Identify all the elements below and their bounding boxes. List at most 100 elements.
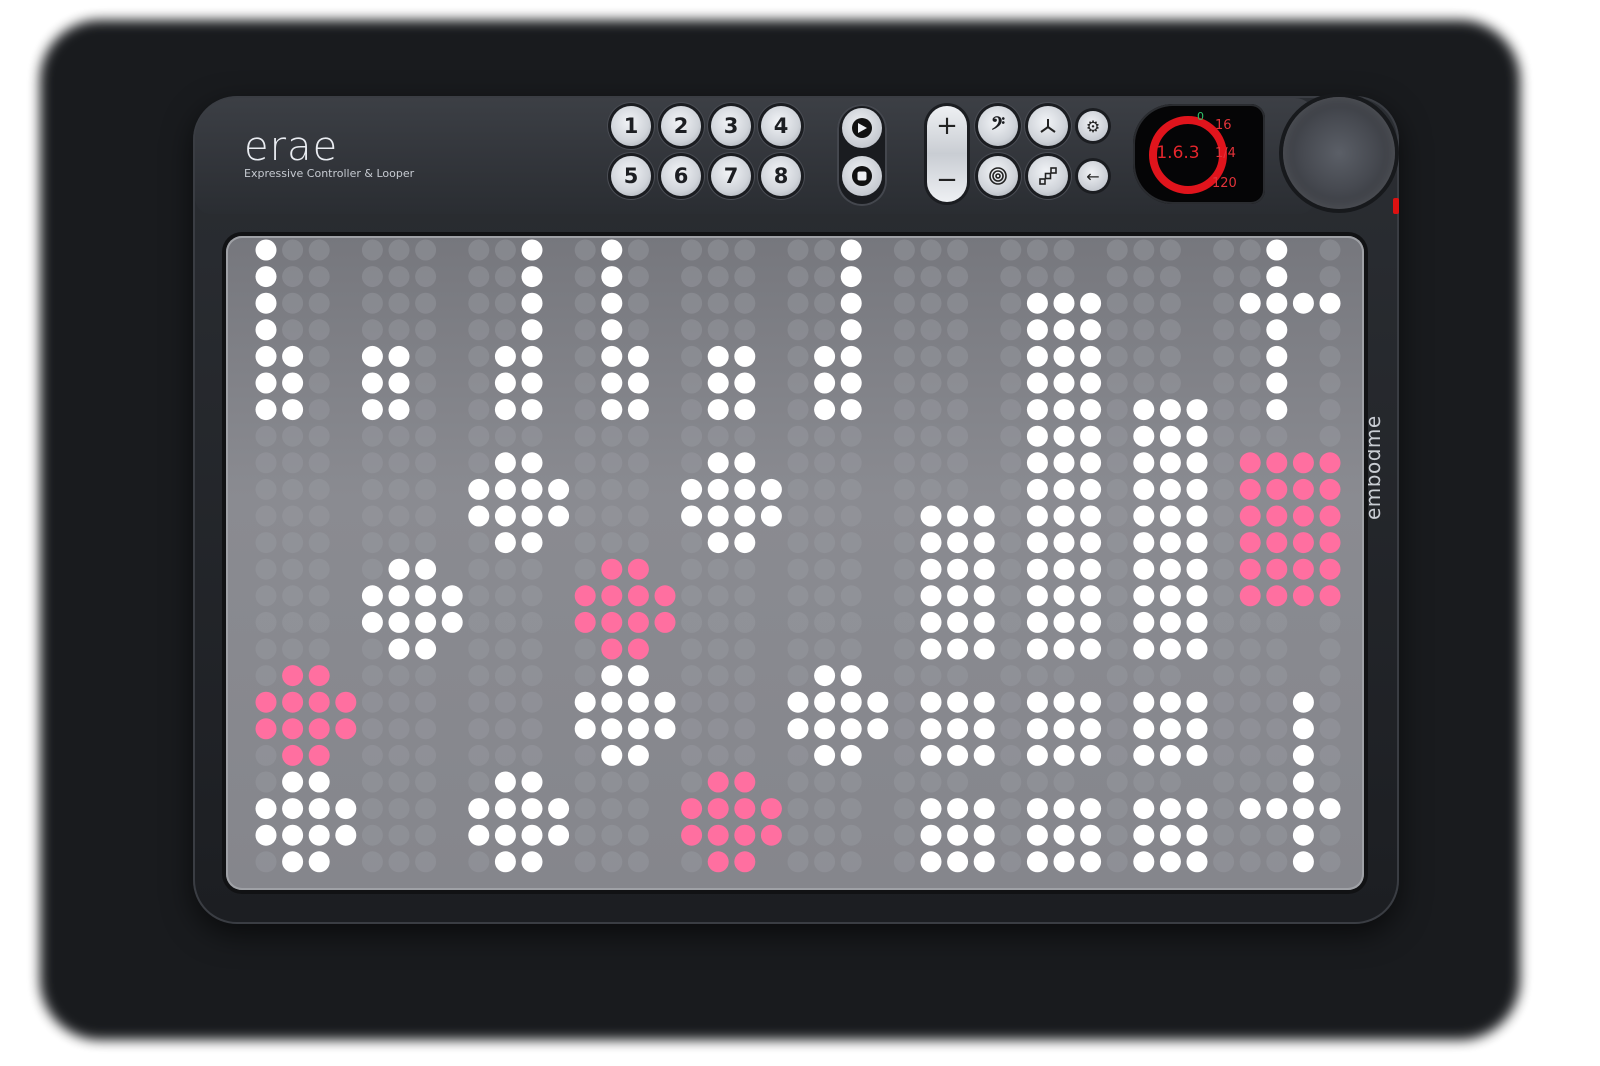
- led-on: [920, 798, 942, 820]
- tripod-button[interactable]: [1028, 106, 1068, 146]
- led-dim: [734, 744, 756, 766]
- led-dim: [1133, 372, 1155, 394]
- led-dim: [1000, 399, 1022, 421]
- led-dim: [1159, 665, 1181, 687]
- led-dim: [1000, 292, 1022, 314]
- led-dim: [255, 425, 277, 447]
- led-dim: [814, 558, 836, 580]
- led-dim: [1159, 345, 1181, 367]
- led-on: [255, 292, 277, 314]
- number-button-6[interactable]: 6: [661, 156, 701, 196]
- arrow-left-icon: ←: [1086, 166, 1100, 186]
- led-dim: [1239, 345, 1261, 367]
- number-button-2[interactable]: 2: [661, 106, 701, 146]
- led-dim: [415, 665, 437, 687]
- spiral-button[interactable]: [978, 156, 1018, 196]
- number-button-7[interactable]: 7: [711, 156, 751, 196]
- led-dim: [627, 824, 649, 846]
- led-pink: [734, 771, 756, 793]
- led-on: [601, 665, 623, 687]
- led-dim: [1266, 611, 1288, 633]
- number-button-3[interactable]: 3: [711, 106, 751, 146]
- led-on: [973, 691, 995, 713]
- led-on: [1026, 718, 1048, 740]
- led-on: [1159, 798, 1181, 820]
- led-on: [1053, 505, 1075, 527]
- led-dim: [468, 425, 490, 447]
- led-dim: [1266, 824, 1288, 846]
- led-dim: [893, 611, 915, 633]
- minus-button[interactable]: −: [927, 160, 967, 200]
- led-dim: [388, 478, 410, 500]
- led-on: [282, 798, 304, 820]
- led-dim: [920, 266, 942, 288]
- led-on: [521, 266, 543, 288]
- led-dim: [787, 824, 809, 846]
- led-dim: [388, 532, 410, 554]
- led-dim: [893, 372, 915, 394]
- led-dim: [361, 798, 383, 820]
- play-button[interactable]: [842, 108, 882, 148]
- led-on: [1186, 611, 1208, 633]
- led-dim: [920, 665, 942, 687]
- led-dim: [734, 425, 756, 447]
- led-on: [521, 798, 543, 820]
- plus-button[interactable]: +: [927, 106, 967, 146]
- led-dim: [1106, 744, 1128, 766]
- led-on: [1133, 691, 1155, 713]
- led-pink: [707, 824, 729, 846]
- led-dim: [282, 478, 304, 500]
- led-on: [973, 505, 995, 527]
- led-dim: [1133, 345, 1155, 367]
- led-on: [1159, 638, 1181, 660]
- led-dim: [1106, 638, 1128, 660]
- back-button[interactable]: ←: [1078, 161, 1108, 191]
- led-dim: [787, 452, 809, 474]
- led-on: [947, 851, 969, 873]
- rotary-encoder[interactable]: [1283, 97, 1395, 209]
- led-dim: [787, 532, 809, 554]
- stop-button[interactable]: [842, 156, 882, 196]
- led-on: [521, 478, 543, 500]
- led-dim: [255, 478, 277, 500]
- led-pink: [627, 611, 649, 633]
- led-dim: [1106, 266, 1128, 288]
- led-touch-surface[interactable]: [226, 236, 1364, 890]
- steps-button[interactable]: [1028, 156, 1068, 196]
- led-dim: [840, 452, 862, 474]
- led-dim: [1026, 771, 1048, 793]
- led-dim: [627, 771, 649, 793]
- number-button-8[interactable]: 8: [761, 156, 801, 196]
- number-button-5[interactable]: 5: [611, 156, 651, 196]
- led-on: [308, 851, 330, 873]
- number-button-1[interactable]: 1: [611, 106, 651, 146]
- play-icon: [852, 118, 872, 138]
- led-on: [840, 718, 862, 740]
- settings-button[interactable]: ⚙: [1078, 111, 1108, 141]
- bass-clef-icon: 𝄢: [990, 113, 1006, 139]
- led-on: [1026, 558, 1048, 580]
- bass-clef-button[interactable]: 𝄢: [978, 106, 1018, 146]
- led-dim: [468, 558, 490, 580]
- led-pink: [1239, 478, 1261, 500]
- number-button-4[interactable]: 4: [761, 106, 801, 146]
- led-on: [814, 399, 836, 421]
- led-on: [415, 585, 437, 607]
- led-on: [601, 372, 623, 394]
- led-on: [521, 319, 543, 341]
- led-on: [973, 532, 995, 554]
- led-on: [388, 345, 410, 367]
- led-pink: [1239, 585, 1261, 607]
- led-dim: [1106, 851, 1128, 873]
- led-pink: [627, 638, 649, 660]
- led-dim: [282, 452, 304, 474]
- led-on: [308, 771, 330, 793]
- led-dim: [734, 665, 756, 687]
- led-on: [521, 292, 543, 314]
- led-on: [1266, 239, 1288, 261]
- led-dim: [282, 319, 304, 341]
- led-dim: [601, 478, 623, 500]
- led-on: [601, 292, 623, 314]
- led-on: [947, 505, 969, 527]
- led-on: [1053, 399, 1075, 421]
